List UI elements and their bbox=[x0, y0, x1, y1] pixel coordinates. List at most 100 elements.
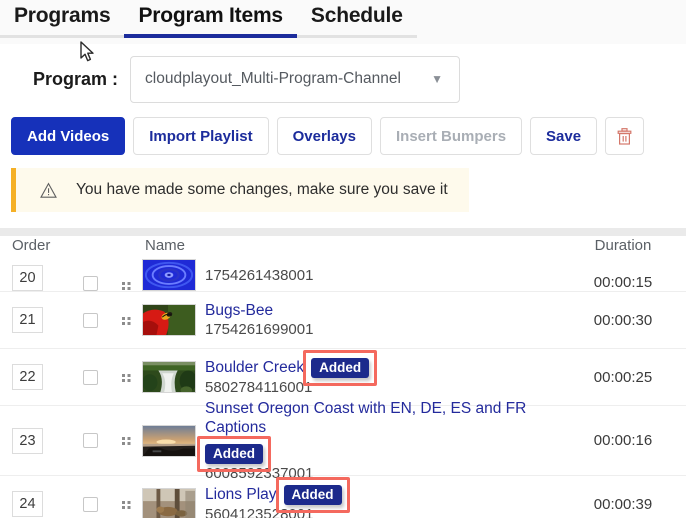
drag-handle-icon[interactable] bbox=[121, 315, 131, 326]
tab-program-items[interactable]: Program Items bbox=[124, 0, 297, 38]
video-title-line: Lions Play Added bbox=[205, 476, 350, 513]
program-selector-row: Program : cloudplayout_Multi-Program-Cha… bbox=[0, 52, 686, 106]
save-button[interactable]: Save bbox=[530, 117, 598, 155]
video-thumbnail bbox=[142, 259, 196, 291]
table-body: 20 1754261438001 00:00:15 21 Bugs-Bee 17… bbox=[0, 236, 686, 518]
order-cell: 24 bbox=[0, 491, 70, 517]
warning-text: You have made some changes, make sure yo… bbox=[76, 181, 448, 198]
main-tabbar: Programs Program Items Schedule bbox=[0, 0, 686, 44]
overlays-button[interactable]: Overlays bbox=[276, 117, 372, 155]
video-id: 5802784116001 bbox=[205, 378, 313, 396]
video-info: Sunset Oregon Coast with EN, DE, ES and … bbox=[197, 399, 552, 483]
reorder-cell bbox=[110, 499, 142, 510]
status-badge: Added bbox=[283, 484, 342, 505]
program-select[interactable]: cloudplayout_Multi-Program-Channel ▼ bbox=[130, 55, 461, 103]
duration-cell: 00:00:39 bbox=[593, 495, 653, 513]
video-title[interactable]: Boulder Creek bbox=[205, 358, 304, 377]
select-cell bbox=[70, 276, 110, 291]
table-row[interactable]: 23 Sunset Oregon Coast with EN, DE, ES a… bbox=[0, 400, 686, 482]
reorder-cell bbox=[110, 280, 142, 291]
video-title[interactable]: Bugs-Bee bbox=[205, 301, 273, 320]
drag-handle-icon[interactable] bbox=[121, 499, 131, 510]
video-id: 1754261699001 bbox=[205, 321, 314, 338]
unsaved-changes-banner: You have made some changes, make sure yo… bbox=[11, 168, 469, 212]
name-cell: Bugs-Bee 1754261699001 bbox=[142, 301, 560, 339]
order-number[interactable]: 22 bbox=[12, 364, 43, 390]
video-title[interactable]: Sunset Oregon Coast with EN, DE, ES and … bbox=[205, 399, 552, 437]
column-header-name: Name bbox=[145, 236, 186, 254]
order-number[interactable]: 21 bbox=[12, 307, 43, 333]
column-header-order: Order bbox=[12, 236, 51, 254]
video-thumbnail bbox=[142, 361, 196, 393]
order-number[interactable]: 23 bbox=[12, 427, 43, 454]
tab-programs-label: Programs bbox=[14, 4, 111, 27]
tab-program-items-label: Program Items bbox=[138, 4, 283, 27]
video-info: Lions Play Added 5604123528001 bbox=[205, 476, 350, 518]
select-cell bbox=[70, 433, 110, 448]
order-cell: 22 bbox=[0, 364, 70, 390]
row-checkbox[interactable] bbox=[82, 312, 98, 328]
warning-triangle-icon bbox=[40, 181, 57, 198]
duration-cell: 00:00:15 bbox=[593, 274, 653, 291]
video-title[interactable]: Lions Play bbox=[205, 485, 277, 504]
added-badge-wrapper: Added bbox=[197, 435, 271, 472]
tab-underline bbox=[296, 35, 417, 38]
reorder-cell bbox=[110, 372, 142, 383]
reorder-cell bbox=[110, 435, 142, 446]
added-badge-wrapper: Added bbox=[303, 349, 378, 386]
row-checkbox[interactable] bbox=[82, 433, 98, 448]
name-cell: Lions Play Added 5604123528001 bbox=[142, 476, 560, 518]
video-id: 5604123528001 bbox=[205, 505, 314, 518]
status-badge: Added bbox=[311, 357, 370, 378]
import-playlist-button[interactable]: Import Playlist bbox=[133, 117, 269, 155]
video-title-line: Boulder Creek Added bbox=[205, 349, 378, 386]
name-cell: Sunset Oregon Coast with EN, DE, ES and … bbox=[142, 399, 560, 483]
order-cell: 20 bbox=[0, 265, 70, 291]
video-id: 1754261438001 bbox=[205, 266, 314, 284]
select-cell bbox=[70, 369, 110, 385]
program-select-value: cloudplayout_Multi-Program-Channel bbox=[145, 70, 401, 87]
drag-handle-icon[interactable] bbox=[121, 280, 131, 291]
reorder-cell bbox=[110, 315, 142, 326]
tab-programs[interactable]: Programs bbox=[0, 0, 125, 38]
added-badge-wrapper: Added bbox=[275, 476, 350, 513]
trash-icon bbox=[617, 127, 632, 145]
action-toolbar: Add Videos Import Playlist Overlays Inse… bbox=[0, 116, 686, 156]
video-title-line: Bugs-Bee bbox=[205, 301, 313, 320]
order-cell: 23 bbox=[0, 427, 70, 454]
order-cell: 21 bbox=[0, 307, 70, 333]
chevron-down-icon: ▼ bbox=[431, 72, 444, 86]
status-badge: Added bbox=[205, 443, 263, 464]
order-number[interactable]: 24 bbox=[12, 491, 43, 517]
name-cell: Boulder Creek Added 5802784116001 bbox=[142, 349, 560, 397]
program-items-table: Order Name Duration 20 1754261438001 00:… bbox=[0, 228, 686, 518]
video-thumbnail bbox=[142, 488, 196, 518]
order-number[interactable]: 20 bbox=[12, 265, 43, 291]
tab-underline-active bbox=[124, 34, 297, 38]
video-info: 1754261438001 bbox=[205, 266, 313, 285]
video-id: 6008592337001 bbox=[205, 464, 314, 482]
row-checkbox[interactable] bbox=[82, 496, 98, 512]
column-header-duration: Duration bbox=[594, 236, 652, 254]
program-items-page: Programs Program Items Schedule Program … bbox=[0, 0, 686, 518]
delete-button[interactable] bbox=[605, 117, 645, 155]
program-label: Program : bbox=[33, 68, 119, 89]
table-row[interactable]: 21 Bugs-Bee 1754261699001 00:00:30 bbox=[0, 292, 686, 349]
tab-schedule[interactable]: Schedule bbox=[296, 0, 417, 38]
select-cell bbox=[70, 496, 110, 512]
drag-handle-icon[interactable] bbox=[121, 372, 131, 383]
table-row[interactable]: 22 Boulder Creek Added 5802784116001 00:… bbox=[0, 349, 686, 406]
row-checkbox[interactable] bbox=[82, 276, 98, 291]
video-thumbnail bbox=[142, 424, 196, 457]
insert-bumpers-button: Insert Bumpers bbox=[380, 117, 523, 155]
add-videos-button[interactable]: Add Videos bbox=[11, 117, 126, 155]
select-cell bbox=[70, 312, 110, 328]
video-info: Boulder Creek Added 5802784116001 bbox=[205, 349, 378, 397]
video-thumbnail bbox=[142, 304, 196, 336]
row-checkbox[interactable] bbox=[82, 369, 98, 385]
duration-cell: 00:00:25 bbox=[593, 368, 653, 386]
tab-schedule-label: Schedule bbox=[310, 4, 403, 27]
video-title-line: Sunset Oregon Coast with EN, DE, ES and … bbox=[197, 399, 552, 472]
tab-underline bbox=[0, 35, 125, 38]
drag-handle-icon[interactable] bbox=[121, 435, 131, 446]
